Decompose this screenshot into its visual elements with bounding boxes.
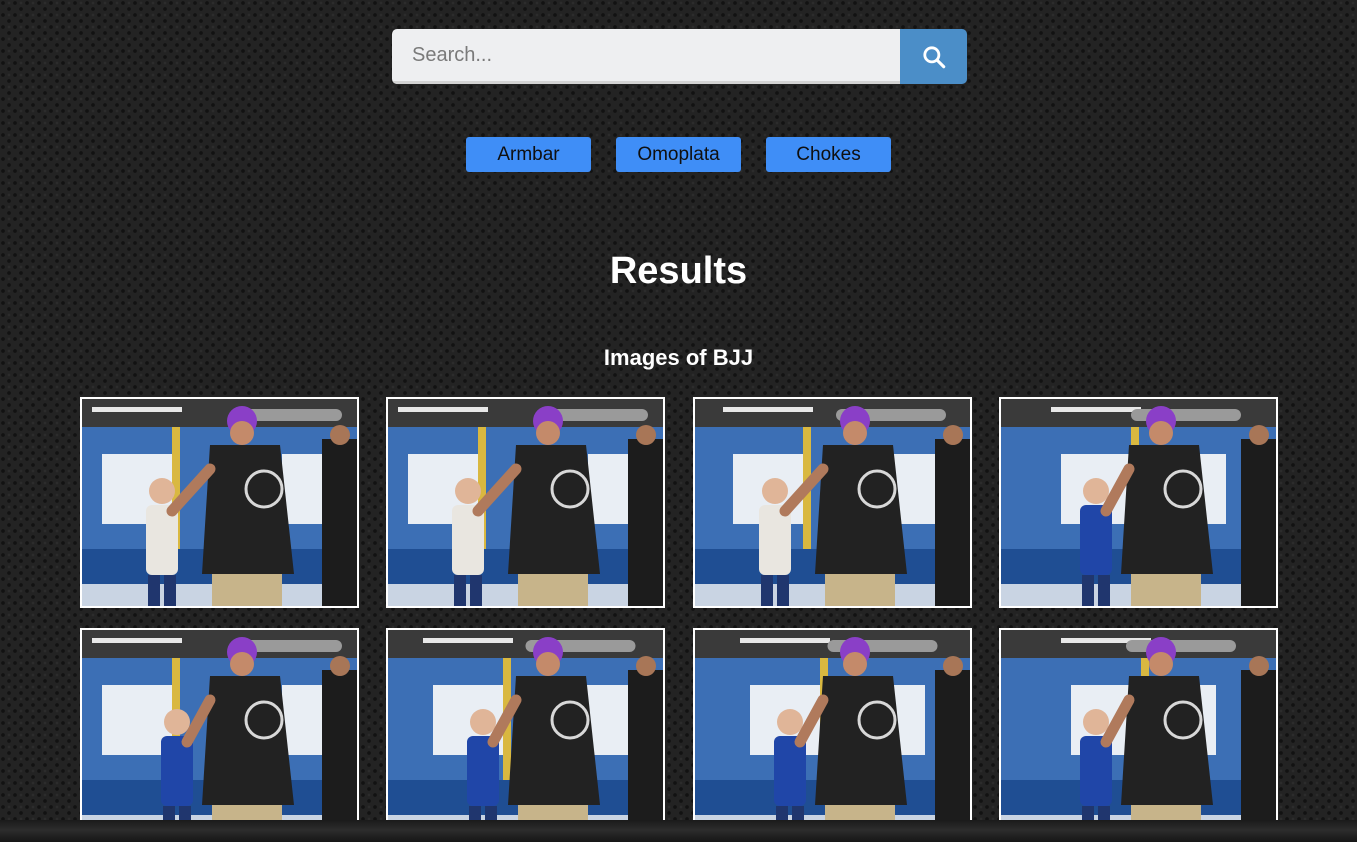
- tag-button-omoplata[interactable]: Omoplata: [616, 137, 741, 172]
- gallery-image[interactable]: [692, 397, 972, 608]
- gallery-image[interactable]: [998, 628, 1278, 839]
- search-input[interactable]: [392, 29, 900, 84]
- results-title: Results: [609, 250, 748, 292]
- search-button[interactable]: [900, 29, 967, 84]
- tag-button-chokes[interactable]: Chokes: [766, 137, 891, 172]
- gallery-image[interactable]: [386, 397, 666, 608]
- gallery-image[interactable]: [998, 397, 1278, 608]
- image-gallery: [80, 397, 1279, 839]
- gallery-image[interactable]: [80, 397, 359, 608]
- tag-button-armbar[interactable]: Armbar: [466, 137, 591, 172]
- search-icon: [922, 45, 945, 68]
- search-bar: [392, 29, 967, 84]
- gallery-image[interactable]: [80, 628, 359, 839]
- gallery-image[interactable]: [386, 628, 666, 839]
- bottom-edge: [0, 820, 1357, 842]
- gallery-image[interactable]: [692, 628, 972, 839]
- gallery-title: Images of BJJ: [603, 345, 754, 370]
- tag-filter-list: Armbar Omoplata Chokes: [0, 137, 1357, 172]
